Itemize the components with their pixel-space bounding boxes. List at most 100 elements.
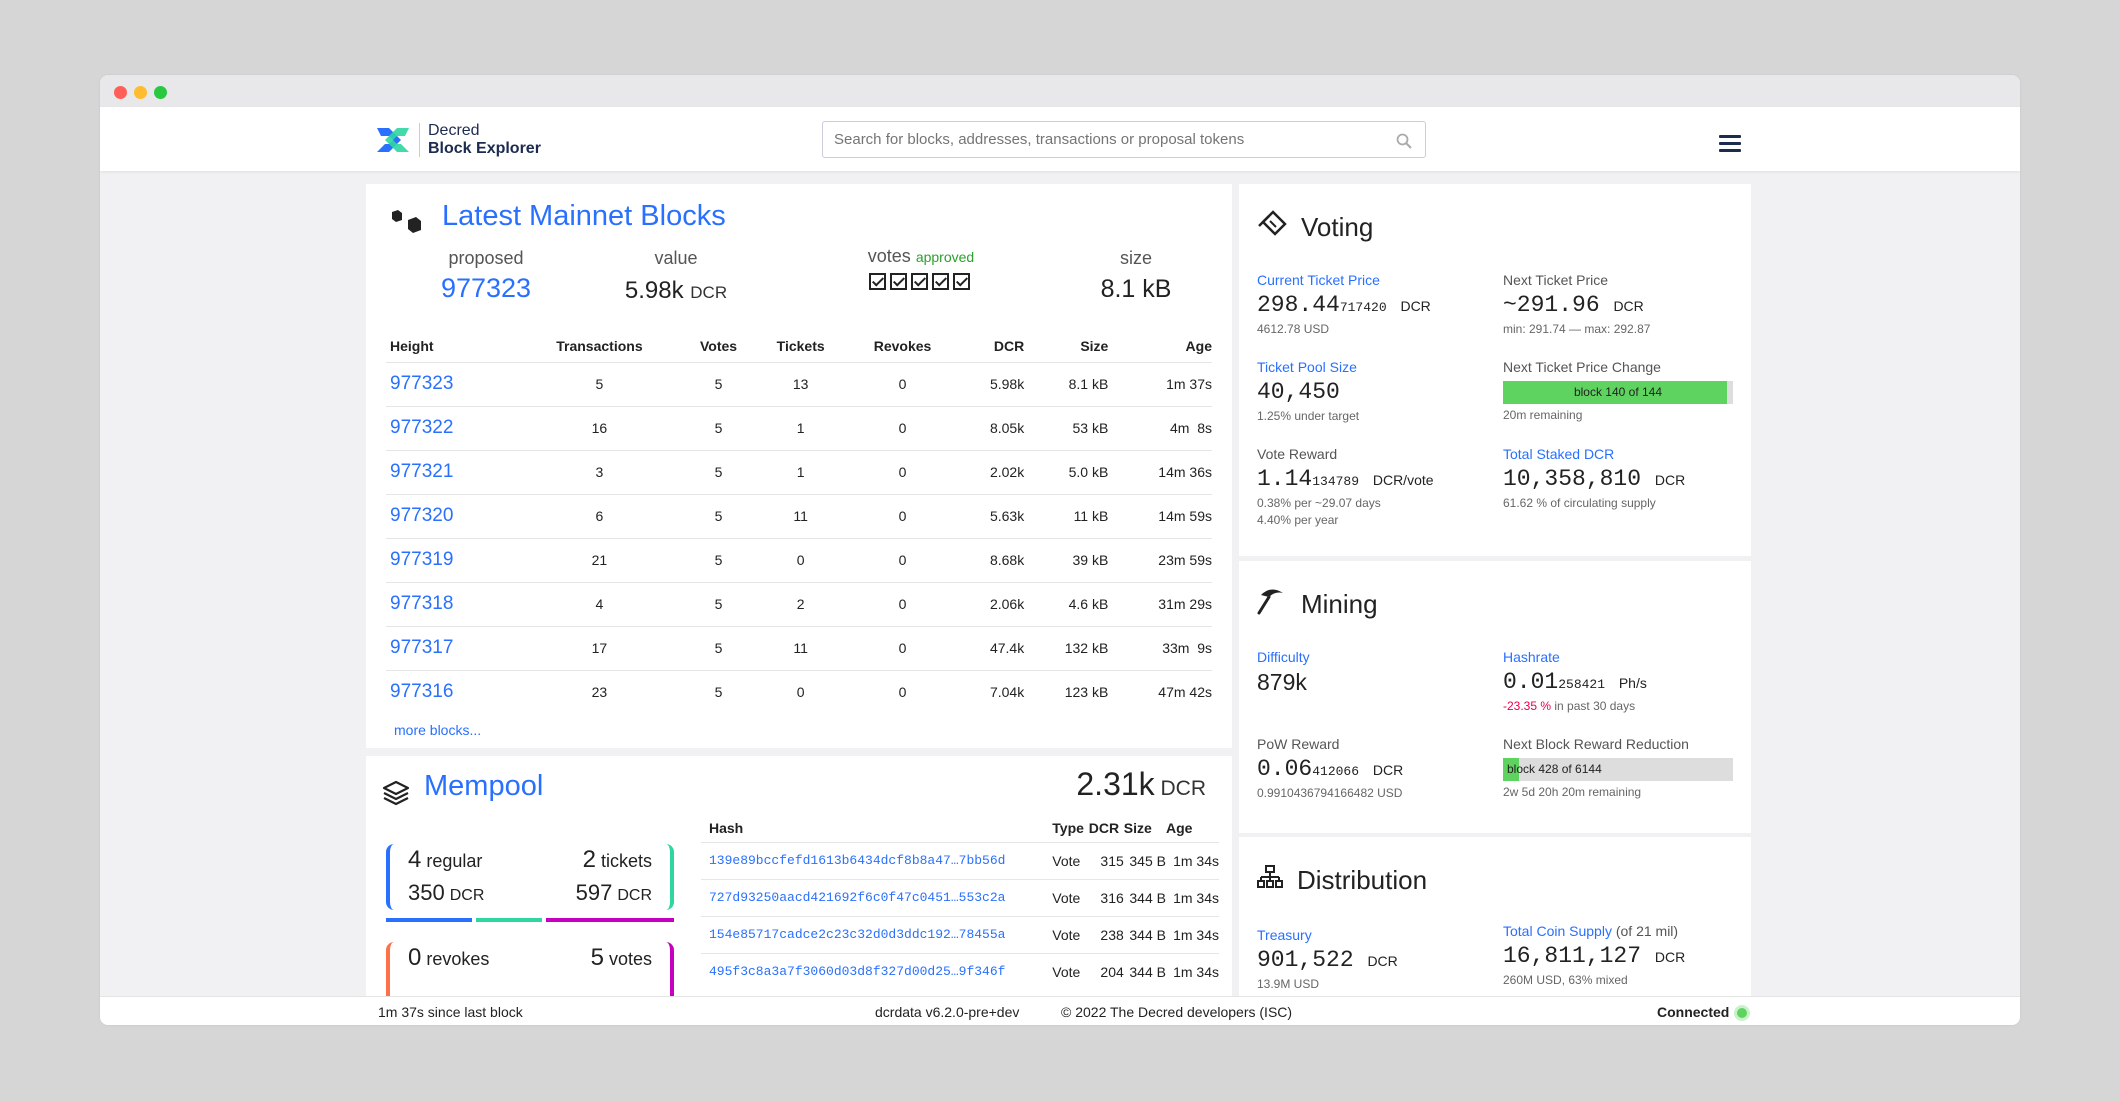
- hashrate-change-period: in past 30 days: [1554, 699, 1636, 713]
- table-row: 727d93250aacd421692f6c0f47c0451…553c2a Vo…: [701, 878, 1219, 916]
- cell-dcr: 5.98k: [958, 361, 1025, 406]
- ticket-pool-size-sub: 1.25% under target: [1257, 409, 1360, 423]
- tickets-label: tickets: [600, 851, 652, 871]
- search-icon[interactable]: [1396, 133, 1412, 149]
- block-height-link[interactable]: 977319: [386, 537, 517, 582]
- distribution-title[interactable]: Distribution: [1297, 865, 1427, 896]
- col-transactions: Transactions: [556, 337, 643, 354]
- cell-transactions: 4: [516, 581, 683, 626]
- blocks-table-header: Height Transactions Votes Tickets Revoke…: [386, 330, 1212, 362]
- cell-size: 5.0 kB: [1024, 449, 1109, 494]
- cell-votes: 5: [682, 581, 755, 626]
- vote-check-icon: [931, 273, 949, 290]
- tx-hash-link[interactable]: 727d93250aacd421692f6c0f47c0451…553c2a: [701, 878, 1053, 916]
- copyright-link[interactable]: © 2022 The Decred developers (ISC): [1061, 1004, 1292, 1020]
- decred-logo-icon: [377, 128, 409, 152]
- summary-value: value 5.98k DCR: [611, 248, 741, 305]
- block-height-link[interactable]: 977321: [386, 449, 517, 494]
- cell-revokes: 0: [846, 537, 959, 582]
- cell-size: 4.6 kB: [1024, 581, 1109, 626]
- votes-count: 5: [590, 944, 604, 971]
- ticket-pool-size-label[interactable]: Ticket Pool Size: [1257, 359, 1487, 375]
- sitemap-icon: [1257, 865, 1283, 888]
- supply-label[interactable]: Total Coin Supply: [1503, 923, 1612, 939]
- supply-sub: 260M USD, 63% mixed: [1503, 973, 1628, 987]
- mining-title[interactable]: Mining: [1301, 589, 1378, 620]
- cell-age: 1m 34s: [1165, 915, 1219, 953]
- tickets-count: 2: [582, 846, 596, 873]
- difficulty-label[interactable]: Difficulty: [1257, 649, 1487, 665]
- menu-icon[interactable]: [1719, 135, 1741, 153]
- current-ticket-price-label[interactable]: Current Ticket Price: [1257, 272, 1487, 288]
- close-window-button[interactable]: [114, 86, 127, 99]
- proposed-block-link[interactable]: 977323: [426, 273, 546, 304]
- cell-age: 4m 8s: [1108, 405, 1212, 450]
- treasury-label[interactable]: Treasury: [1257, 927, 1487, 943]
- vote-reward-small: 134789: [1312, 474, 1360, 489]
- revokes-count: 0: [408, 944, 422, 971]
- cell-size: 123 kB: [1024, 669, 1109, 714]
- maximize-window-button[interactable]: [154, 86, 167, 99]
- pow-reward-main: 0.06: [1257, 756, 1313, 782]
- reduction-label: Next Block Reward Reduction: [1503, 736, 1689, 752]
- cell-revokes: 0: [846, 361, 959, 406]
- site-logo[interactable]: Decred Block Explorer: [375, 122, 541, 158]
- vote-reward: Vote Reward 1.14134789 DCR/vote 0.38% pe…: [1257, 446, 1487, 529]
- tx-hash-link[interactable]: 495f3c8a3a7f3060d03d8f327d00d25…9f346f: [701, 952, 1053, 990]
- cell-transactions: 5: [516, 361, 683, 406]
- vote-reward-period: 0.38% per ~29.07 days: [1257, 496, 1381, 510]
- cell-dcr: 5.63k: [958, 493, 1025, 538]
- total-staked-label[interactable]: Total Staked DCR: [1503, 446, 1733, 462]
- col-tickets: Tickets: [776, 337, 825, 354]
- vote-checkboxes: [836, 271, 1006, 293]
- block-height-link[interactable]: 977318: [386, 581, 517, 626]
- cell-tickets: 11: [754, 625, 847, 670]
- search-input[interactable]: [822, 121, 1426, 158]
- cell-tickets: 0: [754, 669, 847, 714]
- latest-blocks-title[interactable]: Latest Mainnet Blocks: [442, 200, 726, 233]
- total-staked-value: 10,358,810: [1503, 466, 1642, 492]
- next-change-progress-text: block 140 of 144: [1573, 385, 1663, 399]
- total-coin-supply: Total Coin Supply (of 21 mil) 16,811,127…: [1503, 923, 1733, 989]
- regular-count: 4: [408, 846, 422, 873]
- total-staked-unit: DCR: [1654, 472, 1686, 488]
- block-height-link[interactable]: 977317: [386, 625, 517, 670]
- block-height-link[interactable]: 977316: [386, 669, 517, 714]
- cell-age: 1m 37s: [1108, 361, 1212, 406]
- cell-revokes: 0: [846, 405, 959, 450]
- summary-size: size 8.1 kB: [1081, 248, 1191, 304]
- next-change-label: Next Ticket Price Change: [1503, 359, 1661, 375]
- pow-reward-unit: DCR: [1372, 762, 1404, 778]
- col-age: Age: [1185, 337, 1212, 354]
- latest-blocks-card: Latest Mainnet Blocks proposed 977323 va…: [366, 184, 1232, 748]
- version-link[interactable]: dcrdata v6.2.0-pre+dev: [875, 1004, 1019, 1020]
- tickets-stripe: [476, 918, 542, 922]
- cell-dcr: 7.04k: [958, 669, 1025, 714]
- cell-tickets: 1: [754, 405, 847, 450]
- block-height-link[interactable]: 977320: [386, 493, 517, 538]
- cell-size: 344 B: [1123, 952, 1166, 990]
- minimize-window-button[interactable]: [134, 86, 147, 99]
- more-blocks-link[interactable]: more blocks...: [394, 722, 481, 738]
- cell-dcr: 2.06k: [958, 581, 1025, 626]
- layers-icon: [382, 780, 410, 806]
- hashrate-label[interactable]: Hashrate: [1503, 649, 1733, 665]
- tx-hash-link[interactable]: 154e85717cadce2c23c32d0d3ddc192…78455a: [701, 915, 1053, 953]
- cell-dcr: 2.02k: [958, 449, 1025, 494]
- mempool-title[interactable]: Mempool: [424, 770, 543, 803]
- voting-title[interactable]: Voting: [1301, 212, 1373, 243]
- next-change-progress-bar: block 140 of 144: [1503, 381, 1733, 404]
- cell-size: 11 kB: [1024, 493, 1109, 538]
- supply-note: (of 21 mil): [1615, 923, 1679, 939]
- vote-check-icon: [910, 273, 928, 290]
- col-type: Type: [1052, 819, 1084, 836]
- block-height-link[interactable]: 977322: [386, 405, 517, 450]
- cell-votes: 5: [682, 537, 755, 582]
- tx-hash-link[interactable]: 139e89bccfefd1613b6434dcf8b8a47…7bb56d: [701, 841, 1053, 879]
- block-height-link[interactable]: 977323: [386, 361, 517, 406]
- pow-reward-usd: 0.9910436794166482 USD: [1257, 786, 1403, 800]
- cell-size: 53 kB: [1024, 405, 1109, 450]
- cell-age: 1m 34s: [1165, 878, 1219, 916]
- tickets-dcr-unit: DCR: [617, 887, 652, 904]
- cell-age: 14m 59s: [1108, 493, 1212, 538]
